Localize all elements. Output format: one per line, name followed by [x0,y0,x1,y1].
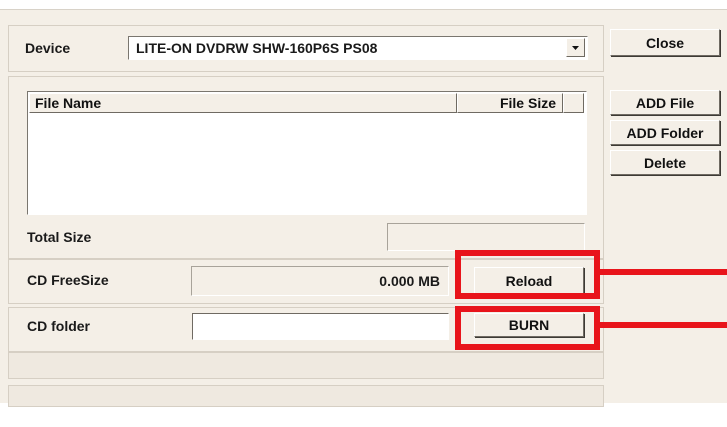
delete-button[interactable]: Delete [610,150,720,175]
chevron-down-icon [572,46,579,50]
file-list-table[interactable]: File Name File Size [27,91,587,215]
reload-highlight-box [455,250,600,299]
cd-freesize-label: CD FreeSize [27,272,109,288]
cd-folder-label: CD folder [27,318,90,334]
device-panel: Device LITE-ON DVDRW SHW-160P6S PS08 [8,25,604,72]
file-list-header: File Name File Size [29,93,584,113]
dropdown-arrow-button[interactable] [566,38,585,57]
burn-highlight-pointer [600,322,727,328]
column-header-file-size[interactable]: File Size [457,93,563,113]
cd-folder-input[interactable] [192,313,449,340]
status-bar-1 [8,352,604,379]
reload-highlight-pointer [600,269,727,275]
burn-dialog-window: Device LITE-ON DVDRW SHW-160P6S PS08 Fil… [0,9,727,407]
add-folder-button[interactable]: ADD Folder [610,120,720,145]
column-header-filler [563,93,584,113]
column-header-file-name[interactable]: File Name [29,93,457,113]
device-dropdown[interactable]: LITE-ON DVDRW SHW-160P6S PS08 [128,36,588,60]
file-list-panel: File Name File Size Total Size [8,76,604,259]
close-button[interactable]: Close [610,29,720,56]
total-size-label: Total Size [27,229,92,245]
total-size-value [387,223,585,251]
device-selected-value: LITE-ON DVDRW SHW-160P6S PS08 [136,40,378,56]
burn-highlight-box [455,306,600,350]
add-file-button[interactable]: ADD File [610,90,720,115]
cd-freesize-value: 0.000 MB [191,266,449,296]
device-label: Device [25,40,71,56]
status-bar-2 [8,385,604,407]
